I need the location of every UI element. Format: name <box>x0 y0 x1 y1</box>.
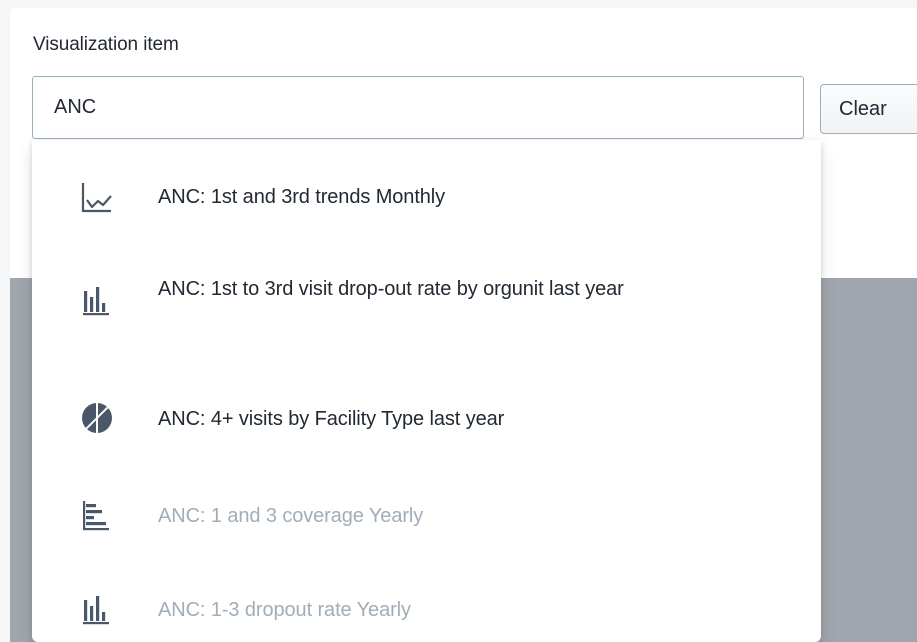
clear-button[interactable]: Clear <box>820 84 917 134</box>
bar-chart-icon <box>83 501 109 531</box>
menu-item-label: ANC: 4+ visits by Facility Type last yea… <box>158 408 505 430</box>
menu-item-anc-1st-3rd-dropout-orgunit[interactable]: ANC: 1st to 3rd visit drop-out rate by o… <box>32 262 821 348</box>
column-chart-icon <box>83 287 109 316</box>
visualization-item-label: Visualization item <box>33 34 179 55</box>
column-chart-icon <box>83 596 109 625</box>
menu-item-anc-1-3-coverage-yearly[interactable]: ANC: 1 and 3 coverage Yearly <box>32 480 821 550</box>
menu-item-label: ANC: 1 and 3 coverage Yearly <box>158 505 424 527</box>
menu-item-anc-4-visits-facility-type[interactable]: ANC: 4+ visits by Facility Type last yea… <box>32 376 821 462</box>
menu-item-label: ANC: 1st and 3rd trends Monthly <box>158 186 446 208</box>
menu-item-label: ANC: 1st to 3rd visit drop-out rate by o… <box>158 278 624 300</box>
menu-item-label: ANC: 1-3 dropout rate Yearly <box>158 599 411 621</box>
line-chart-icon <box>81 183 112 213</box>
menu-item-anc-1-3-dropout-yearly[interactable]: ANC: 1-3 dropout rate Yearly <box>32 574 821 642</box>
visualization-search-input[interactable] <box>32 76 804 139</box>
menu-item-anc-1st-3rd-trends-monthly[interactable]: ANC: 1st and 3rd trends Monthly <box>32 160 821 240</box>
pie-chart-icon <box>82 403 112 433</box>
visualization-suggestions-dropdown: ANC: 1st and 3rd trends Monthly ANC: 1st… <box>32 140 821 642</box>
